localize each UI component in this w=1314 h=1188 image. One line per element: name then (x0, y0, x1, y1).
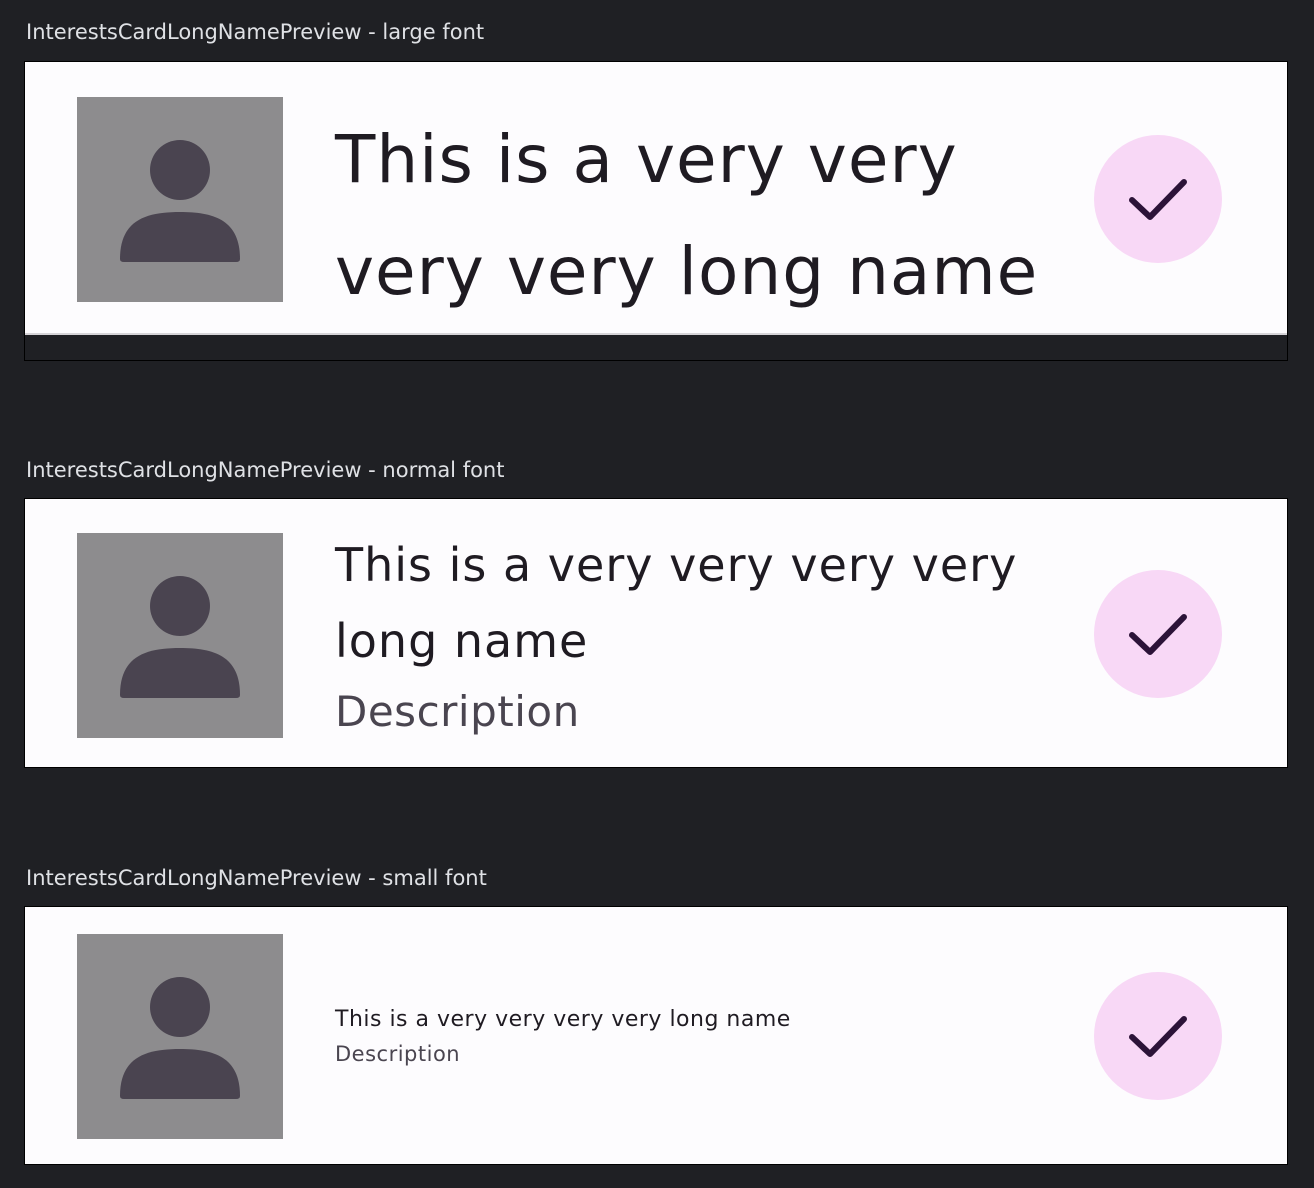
follow-toggle-button[interactable] (1094, 972, 1222, 1100)
check-icon (1129, 614, 1187, 655)
topic-description: Description (335, 687, 580, 736)
follow-toggle-button[interactable] (1094, 135, 1222, 263)
topic-image (77, 533, 283, 738)
topic-name: This is a very very very very long name (335, 538, 1018, 668)
person-icon (120, 575, 240, 698)
topic-description: Description (335, 1042, 461, 1066)
preview-frame-normal: This is a very very very very long name … (24, 498, 1288, 768)
interest-card[interactable]: This is a very very very very long name … (25, 499, 1287, 767)
person-icon (120, 139, 240, 262)
card-text: This is a very very very very long name … (335, 1004, 1055, 1070)
topic-image (77, 934, 283, 1139)
follow-toggle-button[interactable] (1094, 570, 1222, 698)
check-icon (1129, 179, 1187, 220)
preview-frame-small: This is a very very very very long name … (24, 906, 1288, 1165)
interest-card[interactable]: This is a very very very very long name (25, 62, 1287, 335)
card-text: This is a very very very very long name … (335, 527, 1055, 743)
interest-card[interactable]: This is a very very very very long name … (25, 907, 1287, 1164)
topic-name: This is a very very very very long name (335, 1007, 791, 1032)
preview-frame-large: This is a very very very very long name (24, 61, 1288, 361)
topic-name: This is a very very very very long name (335, 121, 1039, 310)
topic-image (77, 97, 283, 302)
preview-title-small: InterestsCardLongNamePreview - small fon… (26, 866, 487, 890)
preview-title-large: InterestsCardLongNamePreview - large fon… (26, 20, 485, 44)
check-icon (1129, 1016, 1187, 1057)
preview-title-normal: InterestsCardLongNamePreview - normal fo… (26, 458, 505, 482)
card-text: This is a very very very very long name (335, 104, 1055, 328)
person-icon (120, 976, 240, 1099)
